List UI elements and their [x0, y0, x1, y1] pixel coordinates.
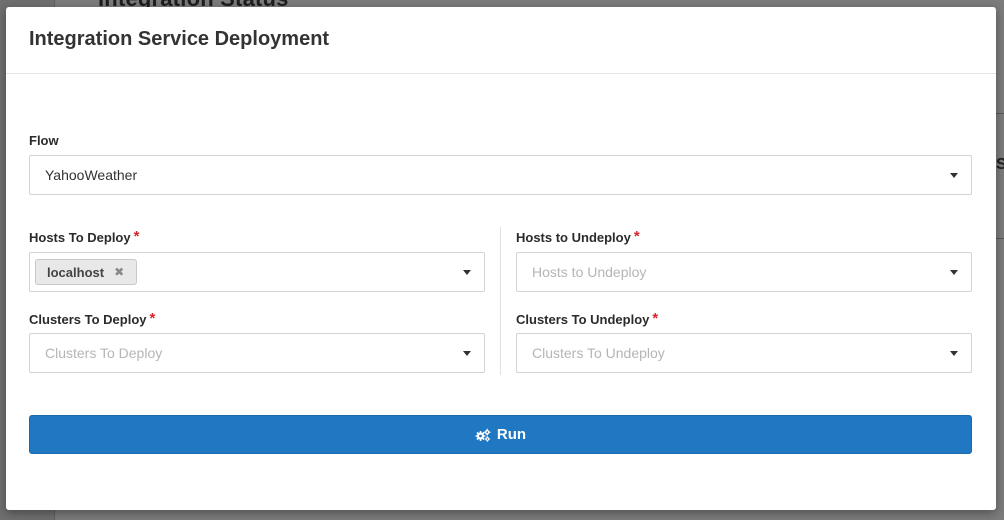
required-asterisk: *	[149, 310, 156, 327]
chevron-down-icon	[463, 351, 471, 356]
chevron-down-icon	[950, 173, 958, 178]
remove-tag-icon[interactable]: ✖	[114, 265, 124, 279]
flow-label: Flow	[29, 133, 59, 148]
background-fragment: S	[996, 156, 1004, 173]
chevron-down-icon	[950, 270, 958, 275]
required-asterisk: *	[633, 228, 640, 245]
selected-host-tag: localhost ✖	[35, 259, 138, 285]
run-button-label: Run	[496, 426, 527, 443]
chevron-down-icon	[950, 351, 958, 356]
required-asterisk: *	[652, 310, 659, 327]
selected-host-label: localhost	[47, 264, 105, 280]
background-divider	[996, 113, 1004, 114]
hosts-to-undeploy-placeholder: Hosts to Undeploy	[532, 264, 647, 280]
clusters-to-undeploy-label: Clusters To Undeploy *	[516, 310, 659, 328]
clusters-to-deploy-placeholder: Clusters To Deploy	[45, 345, 163, 361]
background-divider	[996, 238, 1004, 239]
clusters-to-deploy-select[interactable]: Clusters To Deploy	[29, 333, 485, 373]
hosts-to-undeploy-label-text: Hosts to Undeploy	[516, 230, 631, 245]
hosts-to-undeploy-label: Hosts to Undeploy *	[516, 228, 640, 246]
flow-select[interactable]: YahooWeather	[29, 155, 972, 195]
required-asterisk: *	[133, 228, 140, 245]
modal-title: Integration Service Deployment	[29, 28, 330, 50]
hosts-to-undeploy-select[interactable]: Hosts to Undeploy	[516, 252, 972, 292]
modal-header: Integration Service Deployment	[6, 7, 996, 74]
hosts-to-deploy-select[interactable]: localhost ✖	[29, 252, 485, 292]
clusters-to-deploy-label-text: Clusters To Deploy	[29, 312, 147, 327]
hosts-to-deploy-label: Hosts To Deploy *	[29, 228, 140, 246]
hosts-to-deploy-label-text: Hosts To Deploy	[29, 230, 131, 245]
column-divider	[500, 227, 501, 375]
deployment-modal: Integration Service Deployment Flow Yaho…	[6, 7, 996, 510]
clusters-to-undeploy-label-text: Clusters To Undeploy	[516, 312, 650, 327]
clusters-to-undeploy-placeholder: Clusters To Undeploy	[532, 345, 665, 361]
run-button[interactable]: Run	[29, 415, 972, 454]
clusters-to-deploy-label: Clusters To Deploy *	[29, 310, 156, 328]
clusters-to-undeploy-select[interactable]: Clusters To Undeploy	[516, 333, 972, 373]
cogs-icon	[475, 428, 491, 442]
flow-select-value: YahooWeather	[45, 167, 138, 183]
chevron-down-icon	[463, 270, 471, 275]
